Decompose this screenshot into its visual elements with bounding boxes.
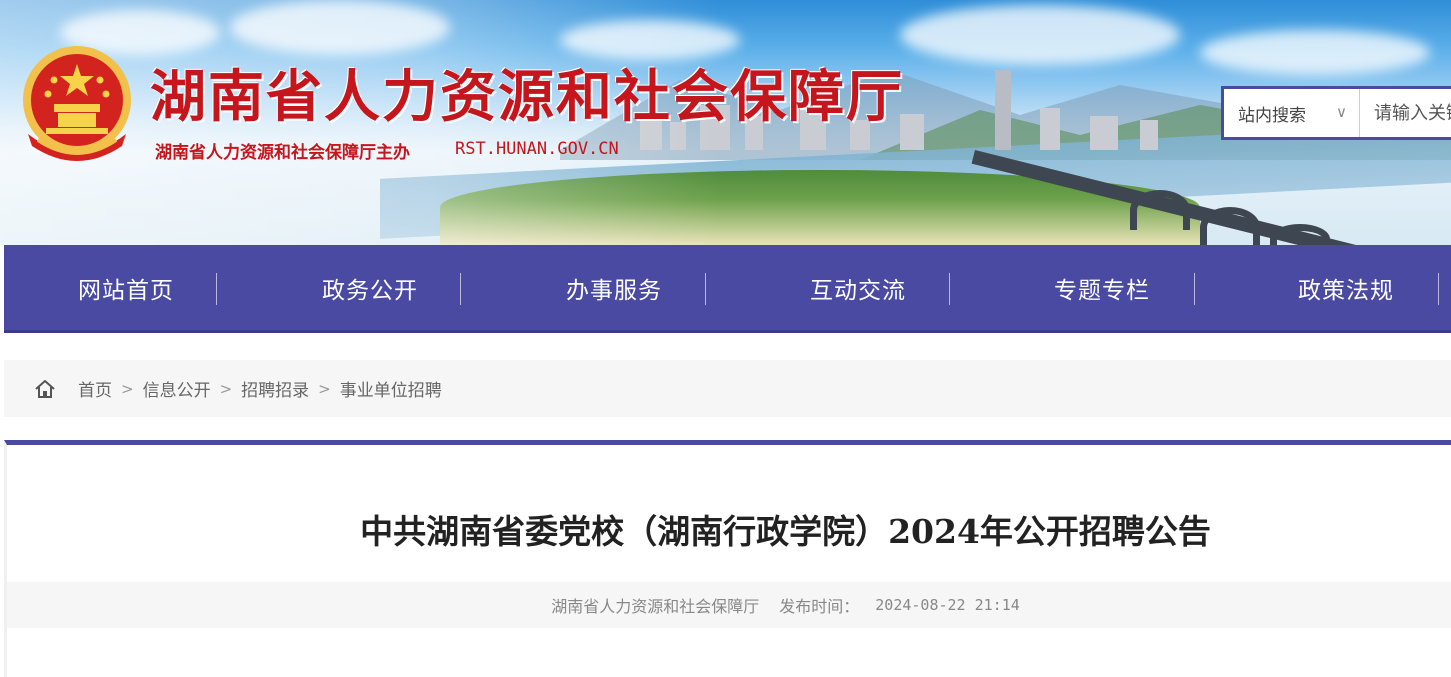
nav-divider: [949, 273, 950, 305]
nav-item-policies[interactable]: 政策法规: [1224, 245, 1451, 330]
site-domain: RST.HUNAN.GOV.CN: [455, 139, 619, 159]
article-source: 湖南省人力资源和社会保障厅: [551, 597, 760, 616]
publish-time-label: 发布时间：: [779, 597, 860, 616]
home-icon[interactable]: [34, 378, 56, 400]
nav-divider: [216, 273, 217, 305]
nav-divider: [1194, 273, 1195, 305]
nav-item-services[interactable]: 办事服务: [492, 245, 736, 330]
breadcrumb-info-disclosure[interactable]: 信息公开: [143, 376, 211, 401]
site-subtitle: 湖南省人力资源和社会保障厅主办: [155, 143, 410, 163]
nav-item-home[interactable]: 网站首页: [4, 245, 248, 330]
search-scope-select[interactable]: 站内搜索 ∨: [1224, 89, 1360, 137]
nav-divider: [1438, 273, 1439, 305]
main-nav: 网站首页 政务公开 办事服务 互动交流 专题专栏 政策法规: [4, 245, 1451, 333]
chevron-right-icon: >: [219, 379, 233, 398]
chevron-right-icon: >: [121, 379, 134, 398]
nav-divider: [460, 273, 461, 305]
breadcrumb: 首页 > 信息公开 > 招聘招录 > 事业单位招聘: [4, 360, 1451, 417]
article-title: 中共湖南省委党校（湖南行政学院）2024年公开招聘公告: [360, 512, 1211, 551]
nav-divider: [705, 273, 706, 305]
publish-time: 2024-08-22 21:14: [875, 596, 1020, 614]
search-input[interactable]: [1360, 89, 1451, 137]
breadcrumb-public-institution-recruitment[interactable]: 事业单位招聘: [340, 376, 442, 401]
nav-item-special-topics[interactable]: 专题专栏: [980, 245, 1224, 330]
article-meta: 湖南省人力资源和社会保障厅 发布时间： 2024-08-22 21:14: [7, 582, 1451, 628]
breadcrumb-recruitment[interactable]: 招聘招录: [241, 376, 309, 401]
article-panel: 中共湖南省委党校（湖南行政学院）2024年公开招聘公告 湖南省人力资源和社会保障…: [4, 440, 1451, 677]
site-title: 湖南省人力资源和社会保障厅: [150, 65, 904, 130]
search-box: 站内搜索 ∨: [1221, 86, 1451, 140]
national-emblem-icon: [23, 46, 131, 161]
search-scope-label: 站内搜索: [1238, 105, 1306, 126]
chevron-right-icon: >: [318, 379, 331, 398]
nav-item-government-affairs[interactable]: 政务公开: [248, 245, 492, 330]
breadcrumb-home[interactable]: 首页: [78, 376, 112, 401]
chevron-down-icon: ∨: [1336, 103, 1347, 121]
nav-item-interaction[interactable]: 互动交流: [736, 245, 980, 330]
